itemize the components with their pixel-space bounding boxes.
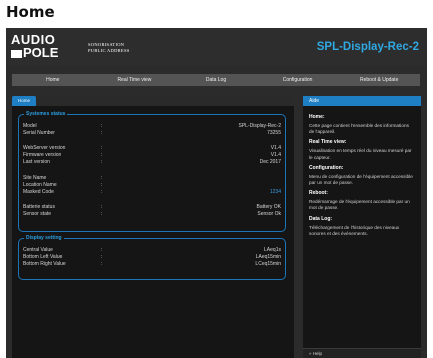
audiopole-logo: AUDIO POLE — [11, 33, 65, 61]
help-text-home: Cette page contient l'ensemble des infor… — [309, 123, 409, 135]
nav-real-time-view[interactable]: Real Time view — [94, 74, 176, 86]
help-panel: Aide Home: Cette page contient l'ensembl… — [303, 96, 421, 358]
tab-bar: Home — [12, 96, 294, 106]
tagline: SONORISATION PUBLIC ADDRESS — [88, 42, 130, 54]
row-value: Sensor Ok — [257, 211, 281, 217]
row-colon: : — [101, 204, 103, 210]
row-colon: : — [101, 175, 103, 181]
help-text-reboot: Redémarrage de l'équipement accessible p… — [309, 199, 410, 211]
status-row-battery: Batterie status : Battery OK — [23, 204, 281, 211]
help-heading-home: Home: — [309, 114, 325, 120]
help-panel-body: Home: Cette page contient l'ensemble des… — [309, 110, 415, 237]
header: AUDIO POLE SONORISATION PUBLIC ADDRESS S… — [6, 28, 427, 66]
row-value: V1.4 — [270, 145, 281, 151]
row-colon: : — [101, 261, 103, 267]
row-label: Masked Code — [23, 189, 54, 195]
display-row-central: Central Value : LAeq1s — [23, 247, 281, 254]
display-row-bottom-left: Bottom Left Value : LAeq15min — [23, 254, 281, 261]
row-value: LAeq15min — [255, 254, 281, 260]
row-label: Location Name — [23, 182, 57, 188]
status-row-last-version: Last version : Dec 2017 — [23, 159, 281, 166]
status-row-site-name: Site Name : — [23, 175, 281, 182]
row-label: Last version — [23, 159, 50, 165]
device-title: SPL-Display-Rec-2 — [316, 41, 419, 53]
page-caption: Home — [6, 3, 55, 21]
row-label: WebServer version — [23, 145, 66, 151]
help-text-configuration: Menu de configuration de l'équipement ac… — [309, 173, 413, 186]
status-row-webserver: WebServer version : V1.4 — [23, 145, 281, 152]
logo-text-bottom: POLE — [23, 45, 59, 60]
row-colon: : — [101, 130, 103, 136]
help-heading-configuration: Configuration: — [309, 164, 344, 171]
row-label: Bottom Right Value — [23, 261, 66, 267]
row-label: Firmware version — [23, 152, 62, 158]
row-colon: : — [101, 247, 103, 253]
help-panel-title: Aide — [303, 96, 421, 106]
row-colon: : — [101, 159, 103, 165]
status-row-firmware: Firmware version : V1.4 — [23, 152, 281, 159]
nav-reboot-update[interactable]: Reboot & Update — [338, 74, 420, 86]
row-label: Central Value — [23, 247, 53, 253]
row-label: Site Name — [23, 175, 47, 181]
system-status-legend: Systemes status — [24, 111, 68, 117]
display-row-bottom-right: Bottom Right Value : LCeq15min — [23, 261, 281, 268]
logo-bar — [11, 50, 22, 58]
tab-home[interactable]: Home — [12, 96, 36, 106]
status-row-location-name: Location Name : — [23, 182, 281, 189]
row-colon: : — [101, 189, 103, 195]
row-value: SPL-Display-Rec-2 — [238, 123, 281, 129]
display-setting-group: Display setting Central Value : LAeq1s B… — [18, 235, 286, 280]
row-value: Battery OK — [256, 204, 281, 210]
row-label: Serial Number — [23, 130, 55, 136]
row-colon: : — [101, 254, 103, 260]
tagline-line-2: PUBLIC ADDRESS — [88, 48, 130, 53]
masked-code-value: 1234 — [269, 189, 281, 195]
app-window: AUDIO POLE SONORISATION PUBLIC ADDRESS S… — [6, 28, 427, 358]
row-colon: : — [101, 123, 103, 129]
help-heading-data-log: Data Log: — [309, 215, 333, 222]
row-colon: : — [101, 182, 103, 188]
row-label: Model — [23, 123, 37, 129]
main-panel: Home Systemes status Model : SPL-Display… — [12, 96, 294, 358]
row-value: 73255 — [267, 130, 281, 136]
row-colon: : — [101, 211, 103, 217]
row-label: Sensor state — [23, 211, 52, 217]
row-label: Bottom Left Value — [23, 254, 63, 260]
row-value: LAeq1s — [264, 247, 281, 253]
row-value: LCeq15min — [255, 261, 281, 267]
row-value: V1.4 — [270, 152, 281, 158]
status-row-sensor: Sensor state : Sensor Ok — [23, 211, 281, 218]
row-colon: : — [101, 145, 103, 151]
row-colon: : — [101, 152, 103, 158]
system-status-group: Systemes status Model : SPL-Display-Rec-… — [18, 111, 286, 232]
status-row-serial: Serial Number : 73255 — [23, 130, 281, 137]
row-value: Dec 2017 — [259, 159, 281, 165]
help-heading-reboot: Reboot: — [309, 190, 328, 197]
help-link[interactable]: » Help — [303, 348, 421, 358]
main-nav: Home Real Time view Data Log Configurati… — [12, 74, 420, 86]
help-text-real-time: Visualisation en temps réel du niveau me… — [309, 148, 412, 160]
status-row-masked-code: Masked Code : 1234 — [23, 189, 281, 196]
nav-configuration[interactable]: Configuration — [257, 74, 339, 86]
row-label: Batterie status — [23, 204, 55, 210]
nav-home[interactable]: Home — [12, 74, 94, 86]
help-heading-real-time: Real Time view: — [309, 139, 347, 146]
display-setting-legend: Display setting — [24, 235, 64, 241]
nav-data-log[interactable]: Data Log — [175, 74, 257, 86]
help-text-data-log: Téléchargement de l'historique des nivea… — [309, 224, 400, 236]
status-row-model: Model : SPL-Display-Rec-2 — [23, 123, 281, 130]
